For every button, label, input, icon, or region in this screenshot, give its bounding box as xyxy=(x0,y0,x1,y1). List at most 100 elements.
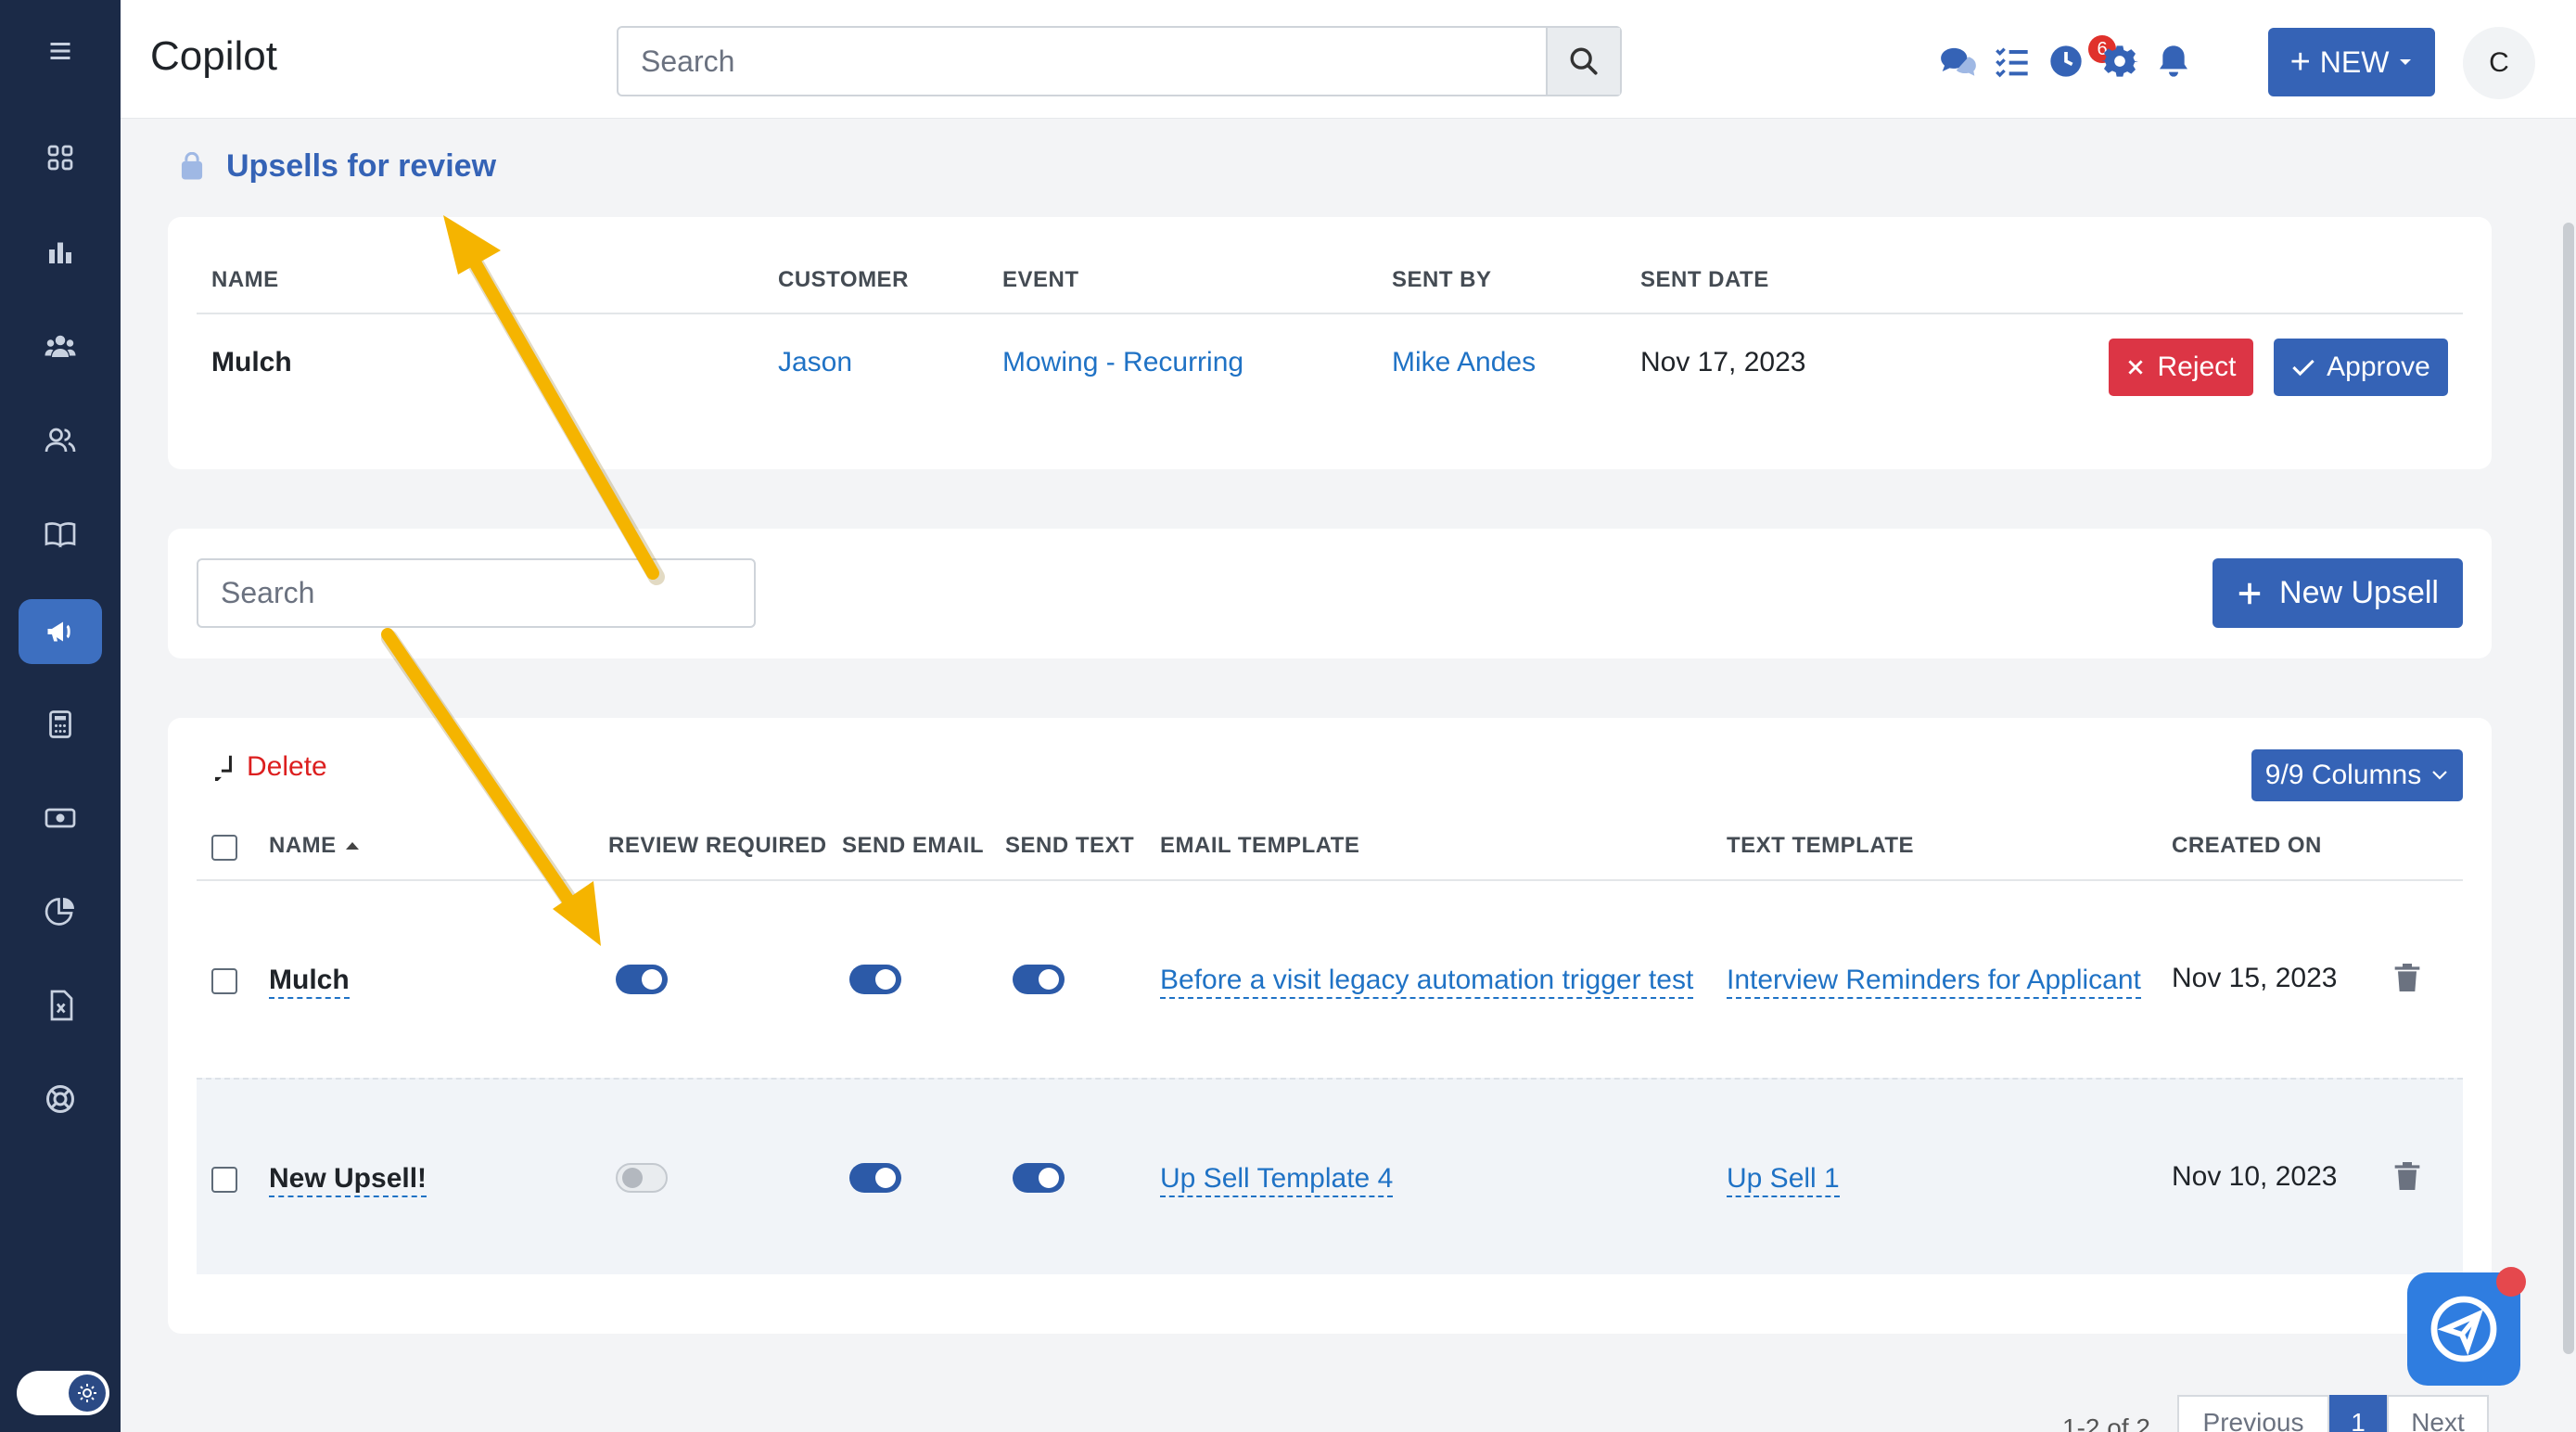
review-upsell-name: Mulch xyxy=(211,347,292,377)
send-text-toggle[interactable] xyxy=(1013,1163,1065,1193)
page-scrollbar[interactable] xyxy=(2563,223,2574,1354)
review-title: Upsells for review xyxy=(226,148,497,184)
email-template-link[interactable]: Before a visit legacy automation trigger… xyxy=(1160,965,1694,999)
trash-icon[interactable] xyxy=(2389,959,2426,996)
top-header: Copilot 6 + NEW C xyxy=(121,0,2576,119)
review-sent-date: Nov 17, 2023 xyxy=(1640,347,1806,377)
review-section-heading: Upsells for review xyxy=(178,148,496,185)
review-required-toggle[interactable] xyxy=(616,965,668,994)
sidebar xyxy=(0,0,121,1432)
review-required-toggle[interactable] xyxy=(616,1163,668,1193)
plus-icon xyxy=(2238,582,2261,604)
row-checkbox[interactable] xyxy=(211,968,237,994)
global-search-button[interactable] xyxy=(1546,28,1620,95)
approve-button[interactable]: Approve xyxy=(2274,339,2448,396)
notifications-button[interactable] xyxy=(2153,41,2194,82)
review-customer-link[interactable]: Jason xyxy=(778,347,852,378)
excel-file-icon xyxy=(50,990,73,1021)
gear-icon xyxy=(2101,45,2138,77)
col-name: NAME xyxy=(211,267,279,292)
trash-icon[interactable] xyxy=(2389,1157,2426,1195)
chat-bubbles-icon xyxy=(1941,47,1976,76)
chat-button[interactable] xyxy=(1938,41,1979,82)
task-list-icon xyxy=(1996,47,2028,78)
col-created-on: CREATED ON xyxy=(2172,833,2322,858)
pagination-summary: 1-2 of 2 xyxy=(2062,1413,2150,1432)
email-template-link[interactable]: Up Sell Template 4 xyxy=(1160,1163,1394,1197)
theme-toggle[interactable] xyxy=(17,1371,109,1415)
chat-unread-dot xyxy=(2496,1267,2526,1297)
sidebar-item-analytics[interactable] xyxy=(19,879,102,944)
col-send-text: SEND TEXT xyxy=(1005,833,1135,858)
app-title: Copilot xyxy=(150,33,277,79)
pagination-previous[interactable]: Previous xyxy=(2177,1395,2329,1432)
sidebar-item-customers[interactable] xyxy=(19,408,102,473)
created-on: Nov 15, 2023 xyxy=(2172,963,2338,993)
col-send-email: SEND EMAIL xyxy=(842,833,985,858)
text-template-link[interactable]: Up Sell 1 xyxy=(1727,1163,1840,1197)
chevron-down-icon xyxy=(2432,771,2447,780)
col-sent-date: SENT DATE xyxy=(1640,267,1769,292)
send-email-toggle[interactable] xyxy=(849,965,901,994)
global-search-input[interactable] xyxy=(618,28,1546,95)
sidebar-item-estimates[interactable] xyxy=(19,692,102,757)
settings-button[interactable] xyxy=(2099,41,2140,82)
arrow-return-icon xyxy=(215,755,232,781)
col-text-template: TEXT TEMPLATE xyxy=(1727,833,1915,858)
clock-icon xyxy=(2050,45,2082,77)
close-icon xyxy=(2128,360,2144,375)
sidebar-item-payments[interactable] xyxy=(19,786,102,850)
send-chat-icon xyxy=(2430,1296,2497,1362)
col-upsell-name[interactable]: NAME xyxy=(269,833,361,859)
sidebar-item-catalog[interactable] xyxy=(19,502,102,567)
sidebar-item-marketing[interactable] xyxy=(19,599,102,664)
bulk-delete-button[interactable]: Delete xyxy=(215,751,327,783)
caret-down-icon xyxy=(2400,59,2412,65)
review-event-link[interactable]: Mowing - Recurring xyxy=(1002,347,1243,378)
row-checkbox[interactable] xyxy=(211,1167,237,1193)
send-text-toggle[interactable] xyxy=(1013,965,1065,994)
user-avatar[interactable]: C xyxy=(2463,27,2535,99)
text-template-link[interactable]: Interview Reminders for Applicant xyxy=(1727,965,2141,999)
col-sent-by: SENT BY xyxy=(1392,267,1492,292)
team-icon xyxy=(45,335,76,357)
col-customer: CUSTOMER xyxy=(778,267,909,292)
upsell-name-link[interactable]: Mulch xyxy=(269,965,350,999)
sidebar-item-exports[interactable] xyxy=(19,973,102,1038)
send-email-toggle[interactable] xyxy=(849,1163,901,1193)
check-icon xyxy=(2292,359,2315,377)
global-search xyxy=(617,26,1622,96)
upsell-name-link[interactable]: New Upsell! xyxy=(269,1163,427,1197)
col-email-template: EMAIL TEMPLATE xyxy=(1160,833,1360,858)
upsell-search-input[interactable] xyxy=(197,558,756,628)
new-menu-button[interactable]: + NEW xyxy=(2268,28,2435,96)
calculator-icon xyxy=(49,710,71,738)
bell-icon xyxy=(2160,45,2187,77)
created-on: Nov 10, 2023 xyxy=(2172,1161,2338,1192)
users-icon xyxy=(45,428,76,453)
book-icon xyxy=(45,522,76,548)
tasks-button[interactable] xyxy=(1992,41,2033,82)
sidebar-item-dashboard[interactable] xyxy=(19,125,102,190)
money-icon xyxy=(45,808,76,828)
bar-chart-icon xyxy=(49,242,71,263)
sidebar-item-team[interactable] xyxy=(19,313,102,378)
col-event: EVENT xyxy=(1002,267,1079,292)
dashboard-grid-icon xyxy=(47,145,73,171)
sidebar-item-support[interactable] xyxy=(19,1067,102,1132)
sidebar-item-reports[interactable] xyxy=(19,220,102,285)
plus-icon: + xyxy=(2289,43,2311,82)
select-all-checkbox[interactable] xyxy=(211,835,237,861)
new-upsell-button[interactable]: New Upsell xyxy=(2213,558,2463,628)
col-review-required: REVIEW REQUIRED xyxy=(608,833,827,858)
megaphone-icon xyxy=(47,621,70,642)
columns-dropdown-button[interactable]: 9/9 Columns xyxy=(2251,749,2463,801)
menu-icon xyxy=(50,43,70,59)
time-tracking-button[interactable] xyxy=(2046,41,2086,82)
pagination-next[interactable]: Next xyxy=(2387,1395,2489,1432)
review-sent-by-link[interactable]: Mike Andes xyxy=(1392,347,1536,378)
reject-button[interactable]: Reject xyxy=(2109,339,2253,396)
menu-toggle-button[interactable] xyxy=(19,19,102,83)
pagination-page-1[interactable]: 1 xyxy=(2329,1395,2387,1432)
support-icon xyxy=(46,1085,74,1113)
